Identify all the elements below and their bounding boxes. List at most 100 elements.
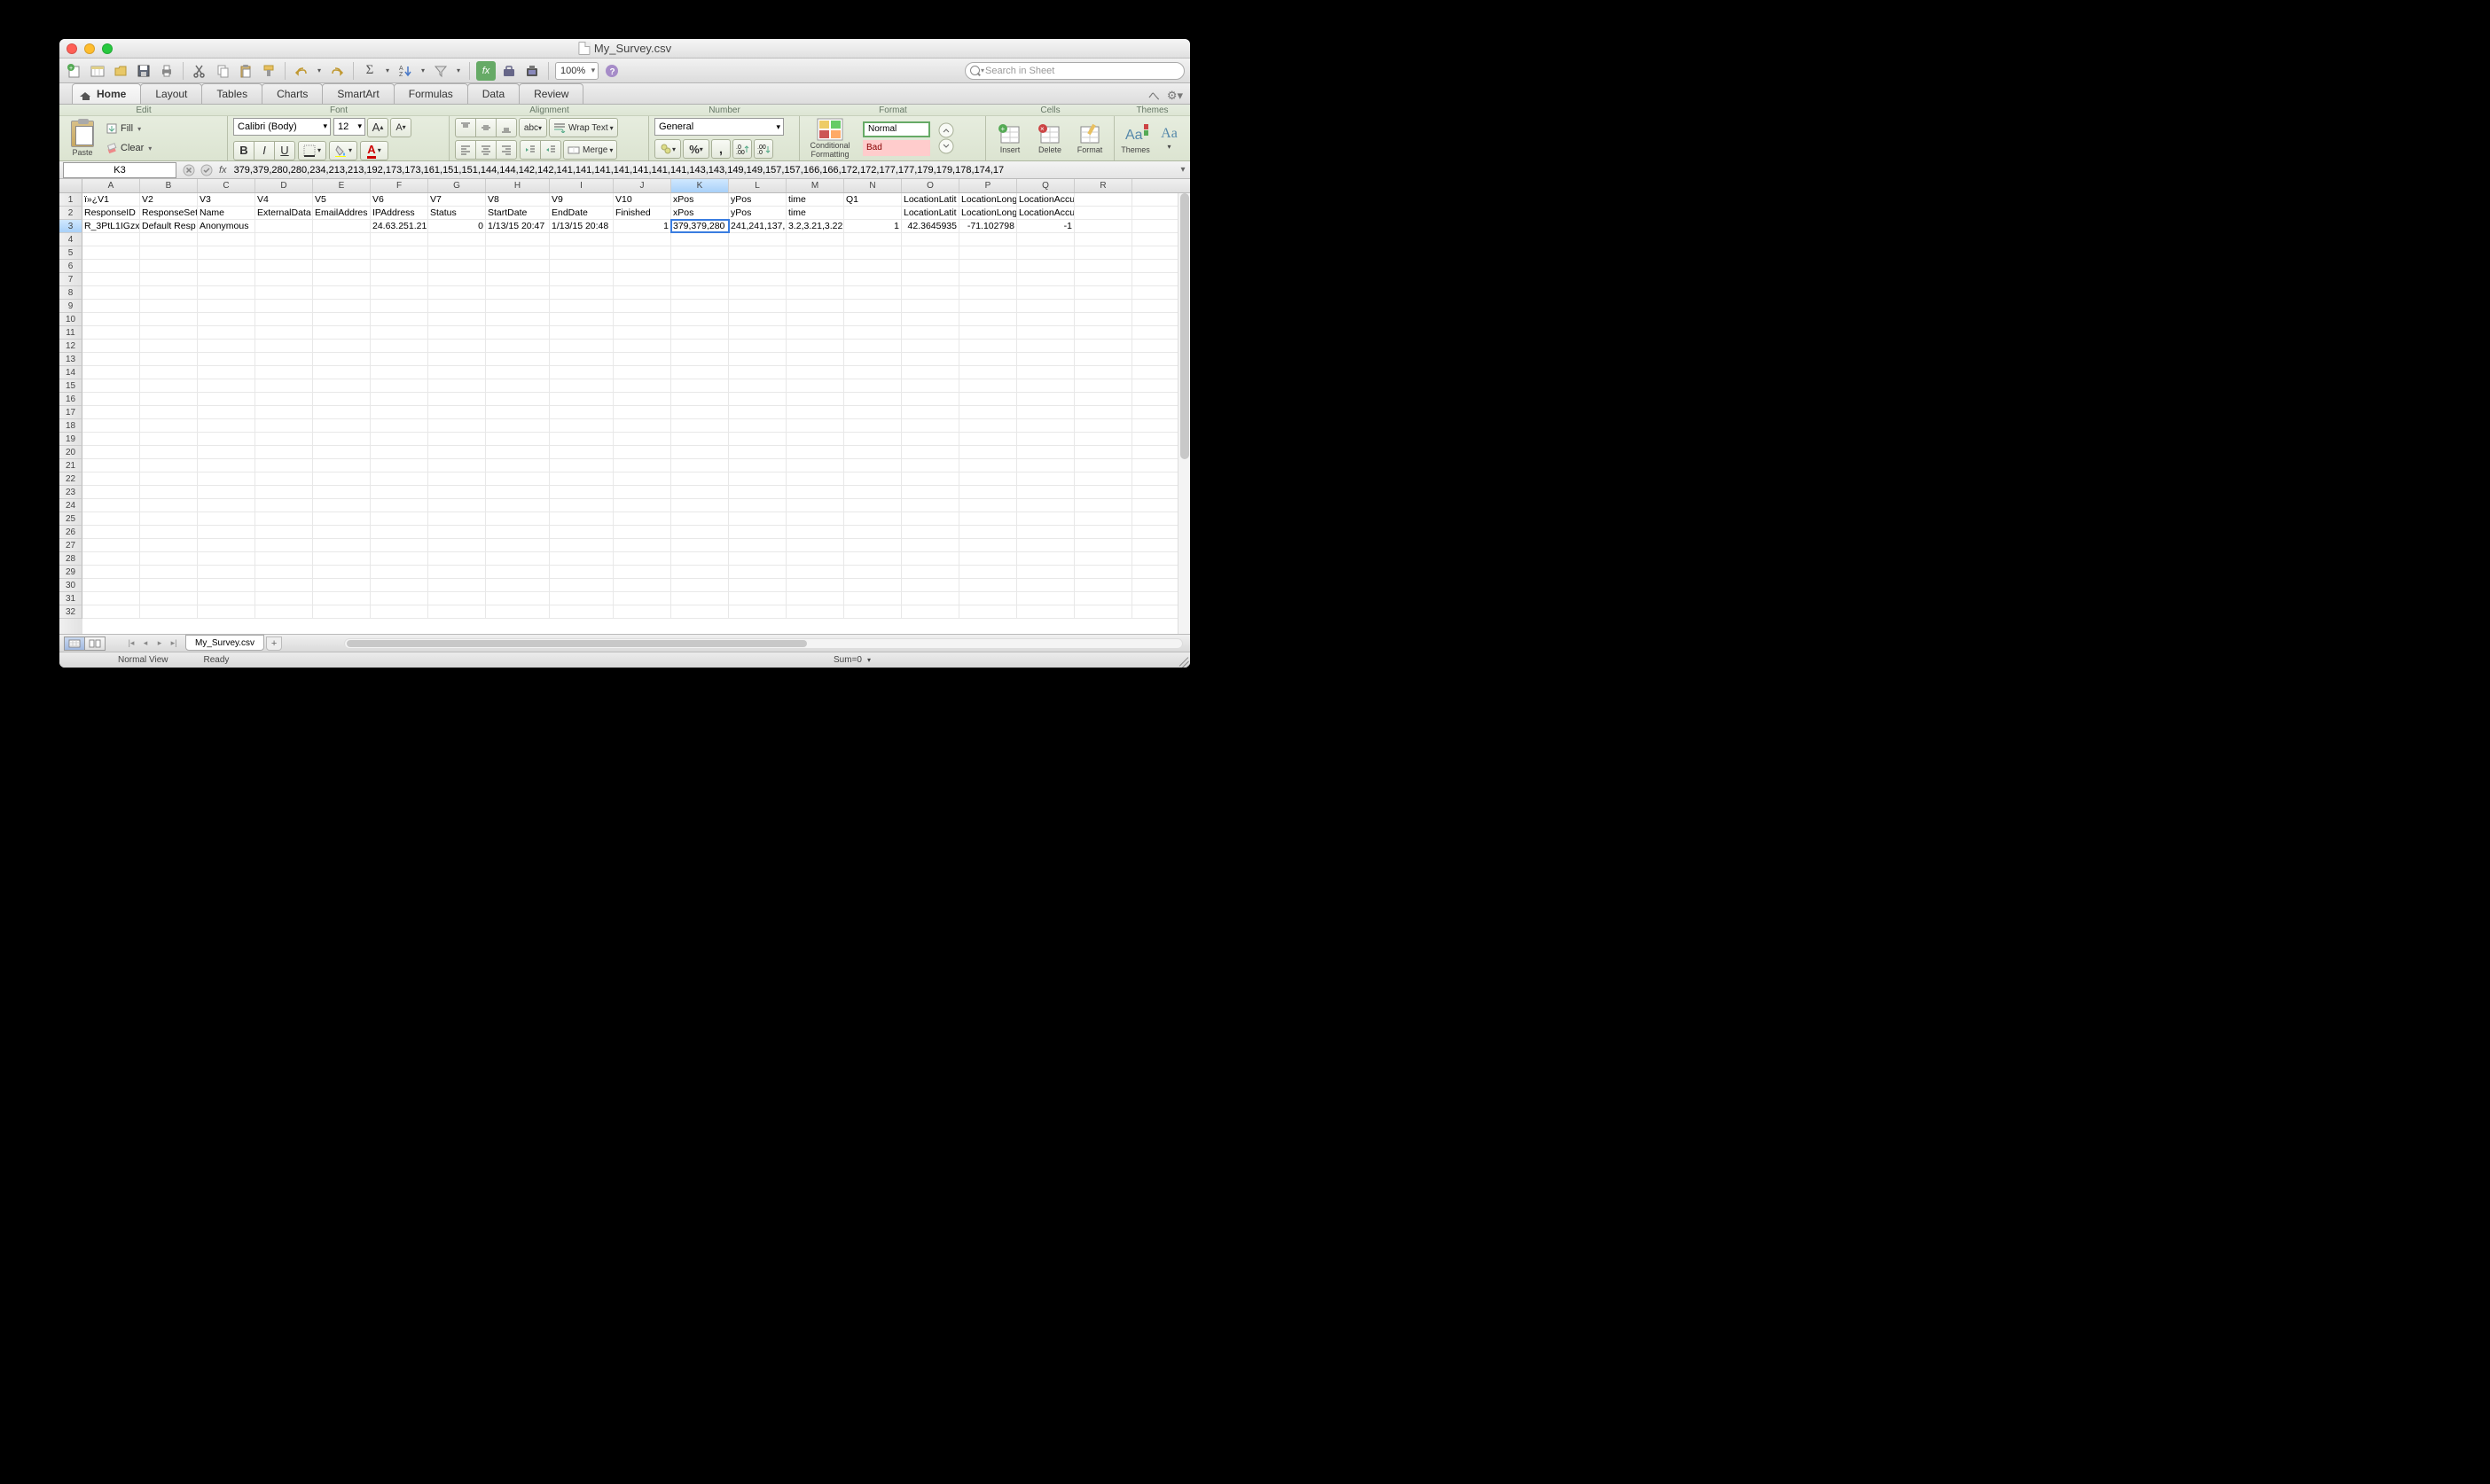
cell-J9[interactable] <box>614 300 671 312</box>
percent-button[interactable]: %▾ <box>683 139 709 159</box>
minimize-window-button[interactable] <box>84 43 95 54</box>
cell-Q23[interactable] <box>1017 486 1075 498</box>
cell-J16[interactable] <box>614 393 671 405</box>
cell-K4[interactable] <box>671 233 729 246</box>
column-header-P[interactable]: P <box>959 179 1017 192</box>
cell-M32[interactable] <box>787 605 844 618</box>
cell-K9[interactable] <box>671 300 729 312</box>
cell-B22[interactable] <box>140 473 198 485</box>
cell-H17[interactable] <box>486 406 550 418</box>
resize-grip[interactable] <box>1178 655 1188 666</box>
zoom-selector[interactable]: 100% <box>555 62 599 80</box>
cell-C11[interactable] <box>198 326 255 339</box>
cell-O25[interactable] <box>902 512 959 525</box>
column-header-F[interactable]: F <box>371 179 428 192</box>
cell-P27[interactable] <box>959 539 1017 551</box>
view-page-layout-button[interactable] <box>84 637 106 651</box>
cell-K2[interactable]: xPos <box>671 207 729 219</box>
cell-E8[interactable] <box>313 286 371 299</box>
row-header-6[interactable]: 6 <box>59 260 82 273</box>
cell-H26[interactable] <box>486 526 550 538</box>
cell-N3[interactable]: 1 <box>844 220 902 232</box>
cell-M6[interactable] <box>787 260 844 272</box>
cell-Q30[interactable] <box>1017 579 1075 591</box>
cell-H29[interactable] <box>486 566 550 578</box>
cell-B12[interactable] <box>140 340 198 352</box>
shrink-font-button[interactable]: A▾ <box>390 118 411 137</box>
cell-N29[interactable] <box>844 566 902 578</box>
cell-A2[interactable]: ResponseID <box>82 207 140 219</box>
close-window-button[interactable] <box>67 43 77 54</box>
cell-N8[interactable] <box>844 286 902 299</box>
cell-P24[interactable] <box>959 499 1017 512</box>
row-header-9[interactable]: 9 <box>59 300 82 313</box>
cell-A20[interactable] <box>82 446 140 458</box>
cell-R20[interactable] <box>1075 446 1132 458</box>
cell-L32[interactable] <box>729 605 787 618</box>
cell-K13[interactable] <box>671 353 729 365</box>
cell-H30[interactable] <box>486 579 550 591</box>
cell-R5[interactable] <box>1075 246 1132 259</box>
row-header-24[interactable]: 24 <box>59 499 82 512</box>
cell-M15[interactable] <box>787 379 844 392</box>
cell-A25[interactable] <box>82 512 140 525</box>
cell-Q10[interactable] <box>1017 313 1075 325</box>
cell-E24[interactable] <box>313 499 371 512</box>
cell-I26[interactable] <box>550 526 614 538</box>
select-all-corner[interactable] <box>59 179 82 192</box>
cell-G26[interactable] <box>428 526 486 538</box>
cell-O31[interactable] <box>902 592 959 605</box>
column-header-K[interactable]: K <box>671 179 729 192</box>
save-button[interactable] <box>134 61 153 81</box>
cell-L11[interactable] <box>729 326 787 339</box>
cell-L15[interactable] <box>729 379 787 392</box>
cell-D26[interactable] <box>255 526 313 538</box>
cell-N6[interactable] <box>844 260 902 272</box>
cell-M13[interactable] <box>787 353 844 365</box>
cell-O26[interactable] <box>902 526 959 538</box>
cell-L3[interactable]: 241,241,137, <box>729 220 787 232</box>
row-header-22[interactable]: 22 <box>59 473 82 486</box>
cell-F23[interactable] <box>371 486 428 498</box>
cell-O9[interactable] <box>902 300 959 312</box>
next-sheet-button[interactable]: ▸ <box>153 638 166 648</box>
cell-D9[interactable] <box>255 300 313 312</box>
cell-M14[interactable] <box>787 366 844 379</box>
filter-button[interactable] <box>431 61 450 81</box>
cell-H23[interactable] <box>486 486 550 498</box>
cell-D28[interactable] <box>255 552 313 565</box>
cell-P15[interactable] <box>959 379 1017 392</box>
cell-G27[interactable] <box>428 539 486 551</box>
cell-L24[interactable] <box>729 499 787 512</box>
cell-Q26[interactable] <box>1017 526 1075 538</box>
cell-D22[interactable] <box>255 473 313 485</box>
cell-N30[interactable] <box>844 579 902 591</box>
new-template-button[interactable] <box>88 61 107 81</box>
cell-L28[interactable] <box>729 552 787 565</box>
cell-O12[interactable] <box>902 340 959 352</box>
ribbon-settings-button[interactable]: ⚙▾ <box>1167 89 1183 103</box>
cell-O3[interactable]: 42.3645935 <box>902 220 959 232</box>
cell-F3[interactable]: 24.63.251.21 <box>371 220 428 232</box>
cell-I32[interactable] <box>550 605 614 618</box>
open-button[interactable] <box>111 61 130 81</box>
cell-E30[interactable] <box>313 579 371 591</box>
cell-F14[interactable] <box>371 366 428 379</box>
cell-J7[interactable] <box>614 273 671 285</box>
cell-L27[interactable] <box>729 539 787 551</box>
conditional-formatting-button[interactable]: Conditional Formatting <box>805 118 855 159</box>
cell-B31[interactable] <box>140 592 198 605</box>
cell-P8[interactable] <box>959 286 1017 299</box>
cell-H25[interactable] <box>486 512 550 525</box>
cell-R25[interactable] <box>1075 512 1132 525</box>
cell-F18[interactable] <box>371 419 428 432</box>
cell-L20[interactable] <box>729 446 787 458</box>
cell-J19[interactable] <box>614 433 671 445</box>
cell-J2[interactable]: Finished <box>614 207 671 219</box>
cell-O6[interactable] <box>902 260 959 272</box>
cell-G13[interactable] <box>428 353 486 365</box>
cell-I12[interactable] <box>550 340 614 352</box>
cell-G31[interactable] <box>428 592 486 605</box>
toolbox-button[interactable] <box>499 61 519 81</box>
cell-J28[interactable] <box>614 552 671 565</box>
